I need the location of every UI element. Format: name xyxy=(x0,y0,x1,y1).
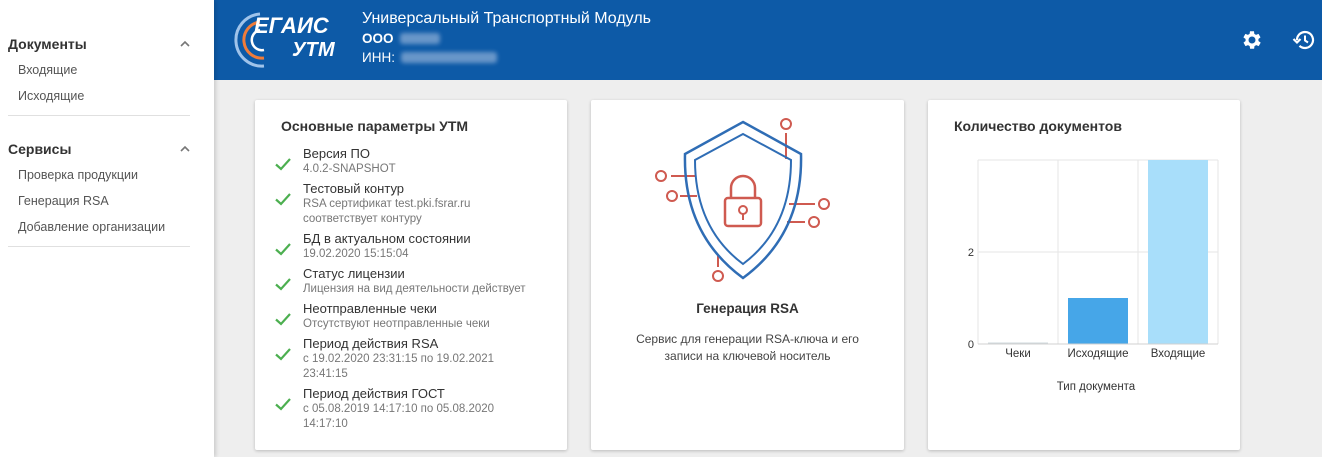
documents-card: Количество документов 0 2 Чеки Исходящие Вхо… xyxy=(928,100,1240,450)
param-text: Версия ПО 4.0.2-SNAPSHOT xyxy=(303,146,396,177)
param-description: соответствует контуру xyxy=(303,213,422,225)
param-text: Период действия RSA с 19.02.2020 23:31:15… xyxy=(303,336,494,382)
param-item: Тестовый контур RSA сертификат test.pki.f… xyxy=(273,181,563,227)
card-title: Основные параметры УТМ xyxy=(281,118,469,134)
check-icon xyxy=(275,278,291,291)
app-header: ЕГАИС УТМ Универсальный Транспортный Мод… xyxy=(214,0,1322,80)
sidebar-section-header-documents[interactable]: Документы xyxy=(0,31,214,57)
chevron-up-icon xyxy=(180,145,190,152)
param-item: Период действия RSA с 19.02.2020 23:31:15… xyxy=(273,336,563,382)
rsa-description-line: записи на ключевой носитель xyxy=(664,349,831,363)
check-icon xyxy=(275,348,291,361)
param-item: Версия ПО 4.0.2-SNAPSHOT xyxy=(273,146,563,177)
organization-name: ООО xyxy=(362,31,440,46)
sidebar-section-title: Сервисы xyxy=(8,141,72,157)
param-name: БД в актуальном состоянии xyxy=(303,231,471,246)
param-item: Статус лицензии Лицензия на вид деятельно… xyxy=(273,266,563,297)
param-description: 19.02.2020 15:15:04 xyxy=(303,248,409,260)
rsa-card[interactable]: Генерация RSA Сервис для генерации RSA-к… xyxy=(591,100,904,450)
y-tick-label: 2 xyxy=(968,247,974,259)
check-icon xyxy=(275,158,291,171)
param-description: с 05.08.2019 14:17:10 по 05.08.2020 xyxy=(303,403,495,415)
sidebar-section-title: Документы xyxy=(8,36,87,52)
param-text: Период действия ГОСТ с 05.08.2019 14:17:1… xyxy=(303,386,494,432)
param-description: 23:41:15 xyxy=(303,368,348,380)
check-icon xyxy=(275,398,291,411)
shield-lock-icon xyxy=(655,118,830,282)
param-item: Неотправленные чеки Отсутствуют неотправл… xyxy=(273,301,563,332)
app-title: Универсальный Транспортный Модуль xyxy=(362,10,651,27)
params-list: Версия ПО 4.0.2-SNAPSHOT Тестовый контур RS… xyxy=(273,146,563,436)
params-card: Основные параметры УТМ Версия ПО 4.0.2-SN… xyxy=(255,100,567,450)
sidebar-item-add-organization[interactable]: Добавление организации xyxy=(0,214,214,240)
check-icon xyxy=(275,193,291,206)
x-axis-label: Тип документа xyxy=(1057,381,1136,393)
x-tick-label: Исходящие xyxy=(1068,348,1129,360)
rsa-description-line: Сервис для генерации RSA-ключа и его xyxy=(636,332,859,346)
gear-icon[interactable] xyxy=(1240,28,1264,52)
param-description: с 19.02.2020 23:31:15 по 19.02.2021 xyxy=(303,353,495,365)
egais-logo: ЕГАИС УТМ xyxy=(234,12,336,68)
param-text: Статус лицензии Лицензия на вид деятельно… xyxy=(303,266,526,297)
divider xyxy=(8,246,190,247)
check-icon xyxy=(275,243,291,256)
param-name: Период действия RSA xyxy=(303,336,439,351)
x-tick-label: Чеки xyxy=(1005,348,1031,360)
svg-text:УТМ: УТМ xyxy=(292,39,336,61)
org-label: ООО xyxy=(362,31,394,46)
bar-Входящие xyxy=(1148,160,1208,344)
bar-Исходящие xyxy=(1068,298,1128,344)
sidebar-item-product-check[interactable]: Проверка продукции xyxy=(0,162,214,188)
check-icon xyxy=(275,313,291,326)
inn-field: ИНН: xyxy=(362,50,497,65)
rsa-title: Генерация RSA xyxy=(696,301,799,316)
param-description: 14:17:10 xyxy=(303,418,348,430)
history-icon[interactable] xyxy=(1292,28,1316,52)
rsa-description: Сервис для генерации RSA-ключа и его зап… xyxy=(611,331,884,365)
sidebar-item-incoming[interactable]: Входящие xyxy=(0,57,214,83)
param-item: Период действия ГОСТ с 05.08.2019 14:17:1… xyxy=(273,386,563,432)
sidebar-item-rsa-generation[interactable]: Генерация RSA xyxy=(0,188,214,214)
param-text: БД в актуальном состоянии 19.02.2020 15:1… xyxy=(303,231,471,262)
x-tick-label: Входящие xyxy=(1151,348,1206,360)
redacted-org xyxy=(399,33,440,44)
sidebar-section-header-services[interactable]: Сервисы xyxy=(0,136,214,162)
card-title: Количество документов xyxy=(954,118,1122,134)
param-description: Отсутствуют неотправленные чеки xyxy=(303,318,490,330)
sidebar-section-services: Сервисы Проверка продукции Генерация RSA… xyxy=(0,136,214,247)
svg-text:ЕГАИС: ЕГАИС xyxy=(254,13,330,38)
chevron-up-icon xyxy=(180,40,190,47)
param-name: Период действия ГОСТ xyxy=(303,386,445,401)
param-name: Тестовый контур xyxy=(303,181,405,196)
param-text: Тестовый контур RSA сертификат test.pki.f… xyxy=(303,181,470,227)
param-description: 4.0.2-SNAPSHOT xyxy=(303,163,396,175)
param-name: Версия ПО xyxy=(303,146,370,161)
param-description: Лицензия на вид деятельности действует xyxy=(303,283,526,295)
param-item: БД в актуальном состоянии 19.02.2020 15:1… xyxy=(273,231,563,262)
param-name: Статус лицензии xyxy=(303,266,405,281)
sidebar: Документы Входящие Исходящие Сервисы Про… xyxy=(0,0,214,457)
y-tick-label: 0 xyxy=(968,339,974,351)
redacted-inn xyxy=(400,52,497,63)
inn-label: ИНН: xyxy=(362,50,395,65)
sidebar-item-outgoing[interactable]: Исходящие xyxy=(0,83,214,109)
sidebar-section-documents: Документы Входящие Исходящие xyxy=(0,31,214,116)
param-text: Неотправленные чеки Отсутствуют неотправл… xyxy=(303,301,490,332)
documents-chart: 0 2 Чеки Исходящие Входящие Тип документа xyxy=(968,159,1219,393)
param-name: Неотправленные чеки xyxy=(303,301,437,316)
param-description: RSA сертификат test.pki.fsrar.ru xyxy=(303,198,471,210)
